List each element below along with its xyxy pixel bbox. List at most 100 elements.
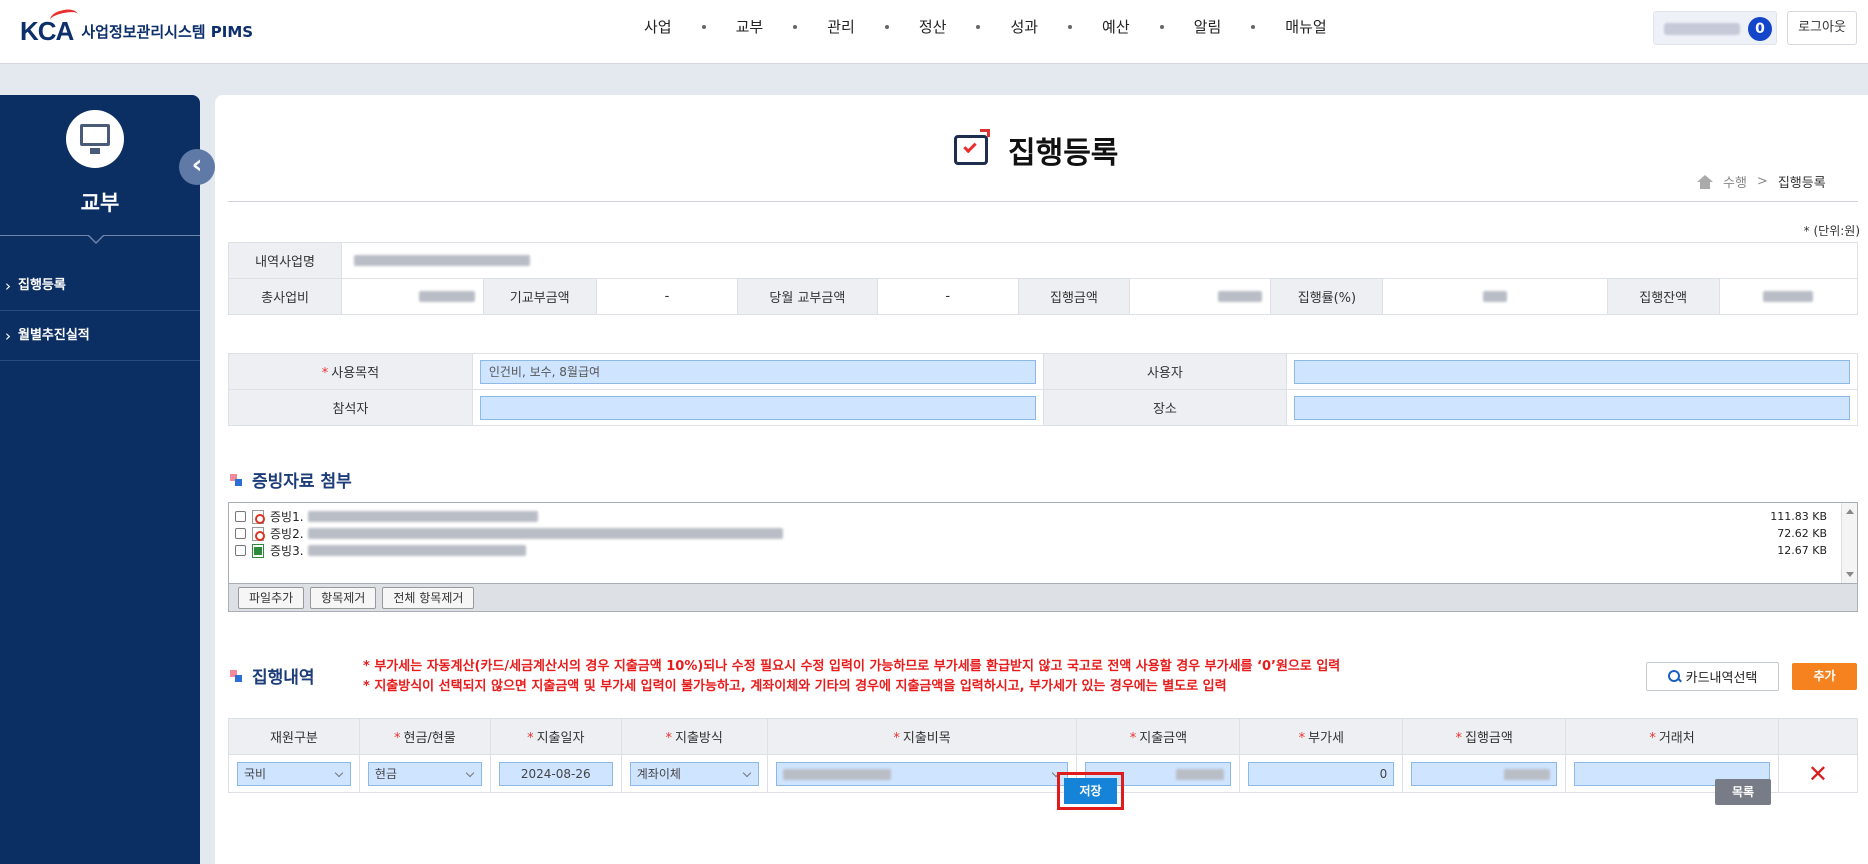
col-exec-amount: * 집행금액	[1402, 718, 1567, 755]
nav-budget[interactable]: 예산	[1098, 16, 1134, 37]
file-name: 증빙3.	[270, 544, 304, 558]
remove-item-button[interactable]: 항목제거	[310, 586, 377, 609]
exec-amount-input[interactable]	[1411, 761, 1558, 786]
file-name: 증빙1.	[270, 510, 304, 524]
breadcrumb-current: 집행등록	[1777, 176, 1826, 191]
sidebar-title: 교부	[80, 191, 120, 215]
execution-notes: * 부가세는 자동계산(카드/세금계산서의 경우 지출금액 10%)되나 수정 …	[363, 657, 1340, 697]
breadcrumb: 수행 > 집행등록	[1697, 172, 1826, 191]
nav-manual[interactable]: 매뉴얼	[1281, 16, 1330, 37]
exec-rate-label: 집행률(%)	[1270, 278, 1384, 315]
payment-method-select[interactable]: 계좌이체	[629, 761, 759, 786]
file-row[interactable]: 증빙3. 12.67 KB	[235, 542, 1835, 559]
main-panel: 집행등록 수행 > 집행등록 * (단위:원) 내역사업명 총사업비 기교부금액…	[215, 95, 1868, 864]
save-button[interactable]: 저장	[1064, 778, 1117, 804]
section-bullet-icon	[230, 669, 242, 682]
file-row[interactable]: 증빙2. 72.62 KB	[235, 525, 1835, 542]
nav-performance[interactable]: 성과	[1006, 16, 1042, 37]
exec-amount-value	[1128, 278, 1272, 315]
nav-manage[interactable]: 관리	[823, 16, 859, 37]
monitor-icon	[66, 110, 124, 168]
add-row-button[interactable]: 추가	[1792, 663, 1857, 690]
user-name-redacted	[1664, 23, 1740, 35]
breadcrumb-item[interactable]: 수행	[1723, 172, 1747, 191]
project-summary-table: 내역사업명 총사업비 기교부금액 - 당월 교부금액 - 집행금액 집행률(%)…	[227, 242, 1859, 315]
user-input[interactable]	[1294, 359, 1850, 384]
vat-input[interactable]: 0	[1248, 761, 1395, 786]
file-list-scrollbar[interactable]	[1841, 503, 1857, 583]
nav-settlement[interactable]: 정산	[915, 16, 951, 37]
nav-business[interactable]: 사업	[640, 16, 676, 37]
divider	[228, 201, 1858, 202]
prev-grant-label: 기교부금액	[482, 278, 597, 315]
nav-grant[interactable]: 교부	[732, 16, 768, 37]
attendee-label: 참석자	[228, 389, 473, 426]
file-checkbox[interactable]	[235, 511, 246, 522]
project-name-label: 내역사업명	[227, 242, 343, 279]
project-name-value	[341, 242, 1858, 279]
col-cash-type: * 현금/현물	[358, 718, 491, 755]
home-icon[interactable]	[1697, 174, 1713, 189]
save-button-highlight: 저장	[1057, 772, 1124, 810]
exec-balance-label: 집행잔액	[1606, 278, 1720, 315]
attachment-box: 증빙1. 111.83 KB 증빙2. 72.62 KB 증빙3. 12.67 …	[228, 502, 1858, 612]
file-size: 111.83 KB	[1770, 510, 1827, 523]
sidebar: 교부 집행등록 월별추진실적	[0, 95, 200, 864]
total-budget-value	[341, 278, 484, 315]
list-button[interactable]: 목록	[1715, 779, 1771, 805]
prev-grant-value: -	[595, 278, 739, 315]
vat-note: * 부가세는 자동계산(카드/세금계산서의 경우 지출금액 10%)되나 수정 …	[363, 659, 1341, 674]
sidebar-item-monthly-performance[interactable]: 월별추진실적	[0, 311, 200, 361]
file-checkbox[interactable]	[235, 545, 246, 556]
remove-all-button[interactable]: 전체 항목제거	[382, 586, 475, 609]
pdf-file-icon	[252, 526, 265, 541]
sidebar-collapse-button[interactable]: ‹	[179, 149, 215, 185]
nav-separator	[793, 24, 798, 29]
file-list: 증빙1. 111.83 KB 증빙2. 72.62 KB 증빙3. 12.67 …	[229, 503, 1842, 583]
page-title: 집행등록	[1008, 136, 1119, 171]
file-checkbox[interactable]	[235, 528, 246, 539]
expense-item-select[interactable]	[775, 761, 1069, 786]
nav-notice[interactable]: 알림	[1190, 16, 1226, 37]
exec-balance-value	[1718, 278, 1859, 315]
pdf-file-icon	[252, 509, 265, 524]
funding-select[interactable]: 국비	[237, 761, 351, 786]
excel-file-icon	[252, 543, 264, 558]
nav-separator	[884, 24, 889, 29]
execution-section-title: 집행내역	[230, 663, 315, 688]
place-input[interactable]	[1294, 395, 1850, 420]
notification-badge[interactable]: 0	[1748, 17, 1772, 41]
file-size: 12.67 KB	[1777, 544, 1827, 557]
card-history-button[interactable]: 카드내역선택	[1646, 662, 1779, 691]
file-name: 증빙2.	[270, 527, 304, 541]
nav-separator	[701, 24, 706, 29]
col-expense-item: * 지출비목	[766, 718, 1078, 755]
user-info[interactable]: 0	[1653, 11, 1777, 45]
file-name-redacted	[307, 511, 538, 522]
purpose-label: * 사용목적	[228, 353, 473, 390]
total-budget-label: 총사업비	[227, 278, 343, 315]
logout-button[interactable]: 로그아웃	[1787, 11, 1857, 45]
logo-mark: KCA	[20, 7, 80, 47]
add-file-button[interactable]: 파일추가	[238, 586, 305, 609]
file-row[interactable]: 증빙1. 111.83 KB	[235, 508, 1835, 525]
exec-amount-label: 집행금액	[1017, 278, 1130, 315]
logo[interactable]: KCA 사업정보관리시스템 PIMS	[20, 7, 254, 47]
nav-separator	[976, 24, 981, 29]
register-icon	[952, 129, 994, 171]
sidebar-menu: 집행등록 월별추진실적	[0, 261, 200, 361]
sidebar-item-exec-register[interactable]: 집행등록	[0, 261, 200, 311]
expense-date-input[interactable]: 2024-08-26	[498, 761, 613, 786]
nav-separator	[1159, 24, 1164, 29]
col-vendor: * 거래처	[1565, 718, 1779, 755]
col-delete	[1777, 718, 1859, 755]
attendee-input[interactable]	[479, 395, 1036, 420]
delete-row-icon[interactable]: ✕	[1808, 760, 1828, 788]
file-name-redacted	[307, 545, 526, 556]
exec-rate-value	[1382, 278, 1608, 315]
col-vat: * 부가세	[1239, 718, 1404, 755]
logo-text: 사업정보관리시스템 PIMS	[81, 23, 254, 41]
nav-separator	[1068, 24, 1073, 29]
purpose-input[interactable]: 인건비, 보수, 8월급여	[479, 359, 1036, 384]
cash-type-select[interactable]: 현금	[367, 761, 482, 786]
